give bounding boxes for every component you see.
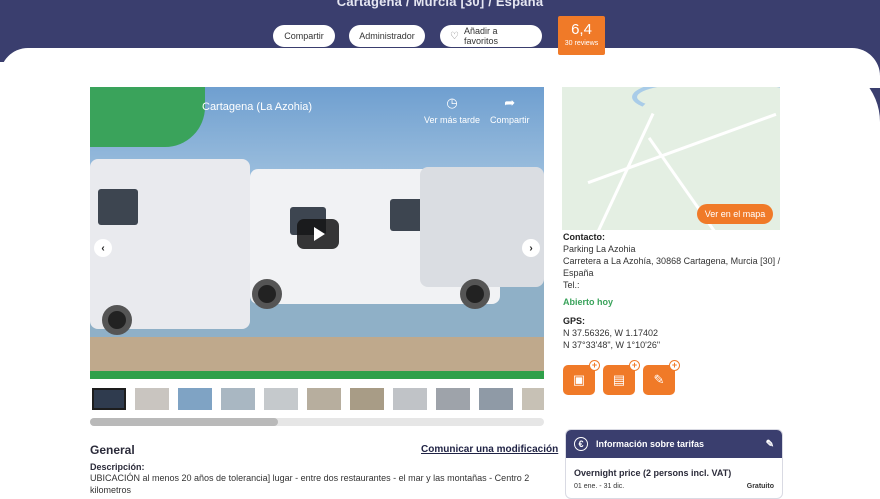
video-player[interactable]: Cartagena (La Azohia) ◷ Ver más tarde ➦ … [90, 87, 544, 379]
opening-status: Abierto hoy [563, 297, 614, 307]
video-title[interactable]: Cartagena (La Azohia) [202, 101, 312, 113]
van-wheel [252, 279, 282, 309]
photo-thumbnail[interactable] [178, 388, 212, 410]
video-share-button[interactable]: ➦ Compartir [490, 95, 530, 125]
map-river [632, 87, 780, 117]
section-title-general: General [90, 443, 135, 457]
description-text: UBICACIÓN al menos 20 años de tolerancia… [90, 473, 530, 495]
report-change-link[interactable]: Comunicar una modificación [421, 444, 558, 455]
photo-thumbnail[interactable] [522, 388, 544, 410]
add-favorite-button[interactable]: ♡ Añadir a favoritos [440, 25, 542, 47]
rates-subtitle: Overnight price (2 persons incl. VAT) [574, 468, 732, 478]
add-comment-button[interactable]: ▤ + [603, 360, 640, 395]
share-arrow-icon: ➦ [504, 95, 516, 110]
video-bottom-bar [90, 371, 544, 379]
clock-icon: ◷ [446, 95, 458, 110]
channel-avatar-blur [90, 87, 205, 147]
scrollbar-handle[interactable] [90, 418, 278, 426]
rates-row: 01 ene. - 31 dic. Gratuito [566, 478, 782, 490]
add-favorite-label: Añadir a favoritos [463, 26, 498, 46]
contact-name: Parking La Azohia [563, 244, 636, 254]
photo-thumbnail[interactable] [135, 388, 169, 410]
play-icon [314, 227, 325, 241]
watch-later-button[interactable]: ◷ Ver más tarde [424, 95, 480, 125]
edit-info-button[interactable]: ✎ + [643, 360, 680, 395]
rates-row-value: Gratuito [746, 483, 774, 490]
rates-title: Información sobre tarifas [596, 439, 705, 449]
rates-header: € Información sobre tarifas ✎ [566, 430, 782, 458]
contact-address: Carretera a La Azohía, 30868 Cartagena, … [563, 256, 781, 278]
share-button-label: Compartir [284, 31, 324, 41]
rates-row-date: 01 ene. - 31 dic. [574, 483, 625, 490]
photo-thumbnail[interactable] [393, 388, 427, 410]
rates-panel: € Información sobre tarifas ✎ Overnight … [565, 429, 783, 499]
view-on-map-button[interactable]: Ver en el mapa [697, 204, 773, 224]
photo-thumbnail[interactable] [350, 388, 384, 410]
van-window [98, 189, 138, 225]
thumbnail-scrollbar[interactable] [90, 418, 544, 426]
gps-decimal: N 37.56326, W 1.17402 [563, 328, 659, 338]
header-curve-mask [794, 62, 880, 272]
contact-phone: Tel.: [563, 280, 580, 290]
map-road [587, 112, 777, 185]
contact-block: Contacto: Parking La Azohia Carretera a … [563, 231, 788, 291]
pencil-icon[interactable]: ✎ [766, 439, 774, 450]
plus-icon: + [669, 360, 680, 371]
photo-thumbnail[interactable] [436, 388, 470, 410]
location-breadcrumb: Cartagena / Murcia [30] / España [336, 0, 544, 9]
manage-button-label: Administrador [359, 31, 415, 41]
gps-dms: N 37°33'48", W 1°10'26" [563, 340, 661, 350]
plus-icon: + [629, 360, 640, 371]
campervan-image [90, 159, 250, 329]
video-share-label: Compartir [490, 115, 530, 125]
share-button[interactable]: Compartir [273, 25, 335, 47]
photo-thumbnail[interactable] [479, 388, 513, 410]
contact-label: Contacto: [563, 232, 605, 242]
score-badge[interactable]: 6,4 30 reviews [558, 16, 605, 55]
euro-icon: € [574, 437, 588, 451]
play-button[interactable] [297, 219, 339, 249]
photo-thumbnail[interactable] [221, 388, 255, 410]
next-arrow-button[interactable]: › [522, 239, 540, 257]
add-photo-button[interactable]: ▣ + [563, 360, 600, 395]
heart-icon: ♡ [450, 30, 459, 42]
campervan-image [420, 167, 544, 287]
gps-block: GPS: N 37.56326, W 1.17402 N 37°33'48", … [563, 315, 660, 351]
chevron-right-icon: › [529, 242, 533, 254]
pencil-icon: ✎ [653, 372, 665, 387]
gps-label: GPS: [563, 316, 586, 326]
prev-arrow-button[interactable]: ‹ [94, 239, 112, 257]
map-road [592, 112, 655, 230]
manage-button[interactable]: Administrador [349, 25, 425, 47]
van-wheel [460, 279, 490, 309]
thumbnail-strip [90, 388, 544, 414]
photo-thumbnail[interactable] [264, 388, 298, 410]
van-wheel [102, 305, 132, 335]
camera-icon: ▣ [572, 372, 586, 387]
content-curve [0, 48, 880, 88]
review-count: 30 reviews [564, 40, 599, 47]
photo-thumbnail[interactable] [307, 388, 341, 410]
chevron-left-icon: ‹ [101, 242, 105, 254]
score-value: 6,4 [571, 21, 592, 38]
plus-icon: + [589, 360, 600, 371]
description-label: Descripción: [90, 462, 145, 472]
watch-later-label: Ver más tarde [424, 115, 481, 125]
photo-thumbnail[interactable] [92, 388, 126, 410]
comment-icon: ▤ [612, 372, 626, 387]
